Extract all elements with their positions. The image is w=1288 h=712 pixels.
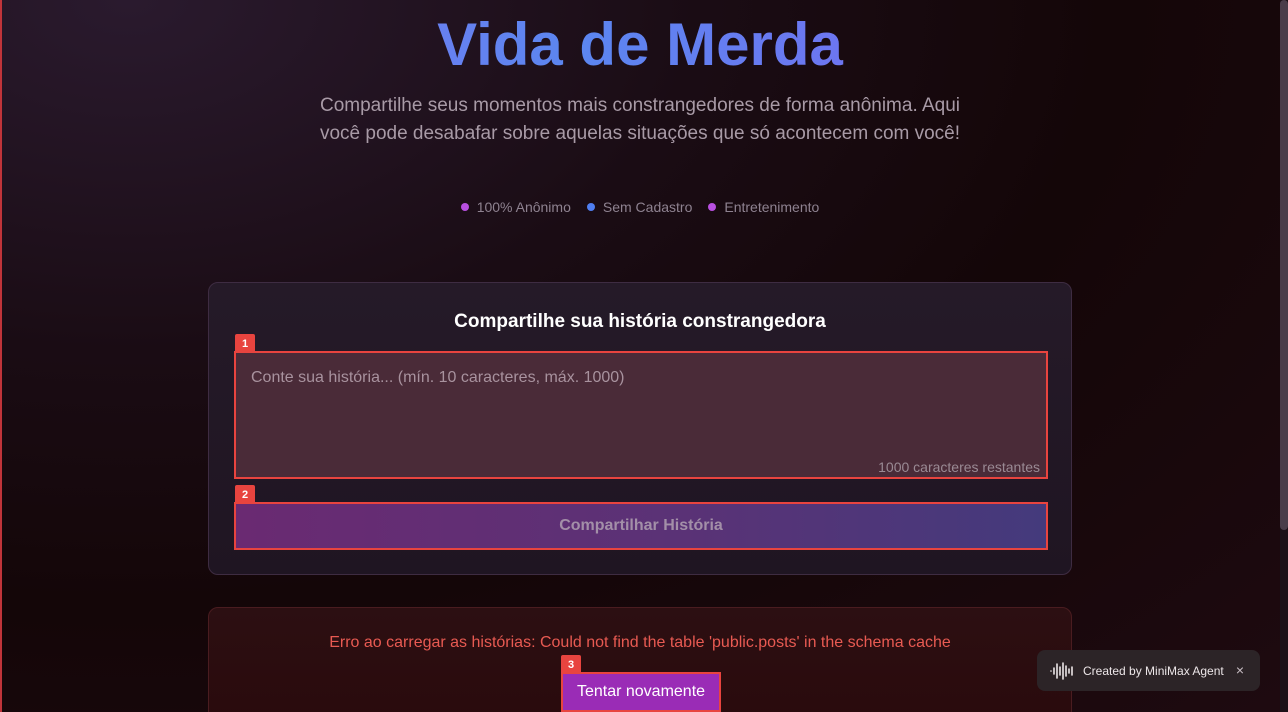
toast-label: Created by MiniMax Agent	[1083, 663, 1224, 678]
close-icon[interactable]: ×	[1236, 662, 1244, 678]
feature-item-anonymous: 100% Anônimo	[460, 199, 571, 215]
feature-list: 100% Anônimo Sem Cadastro Entretenimento	[0, 199, 1280, 215]
character-counter: 1000 caracteres restantes	[878, 459, 1040, 475]
story-textarea-wrapper: 1000 caracteres restantes	[234, 351, 1048, 479]
page-subtitle: Compartilhe seus momentos mais constrang…	[319, 95, 961, 144]
error-card: Erro ao carregar as histórias: Could not…	[208, 607, 1072, 712]
scrollbar[interactable]	[1280, 0, 1288, 712]
scrollbar-thumb[interactable]	[1280, 0, 1288, 530]
minimax-toast[interactable]: Created by MiniMax Agent ×	[1037, 650, 1260, 691]
waveform-icon	[1050, 661, 1073, 680]
feature-item-entertainment: Entretenimento	[708, 199, 819, 215]
page-title: Vida de Merda	[0, 12, 1280, 78]
feature-item-no-signup: Sem Cadastro	[586, 199, 693, 215]
bullet-dot-icon	[460, 203, 469, 211]
form-title: Compartilhe sua história constrangedora	[454, 311, 826, 332]
share-story-button[interactable]: Compartilhar História	[234, 502, 1048, 550]
feature-label: Entretenimento	[724, 199, 820, 215]
retry-button[interactable]: Tentar novamente	[561, 672, 721, 712]
feature-label: Sem Cadastro	[602, 199, 693, 215]
error-message: Erro ao carregar as histórias: Could not…	[329, 634, 951, 651]
window-border	[0, 0, 2, 712]
bullet-dot-icon	[708, 203, 717, 211]
bullet-dot-icon	[586, 203, 595, 211]
feature-label: 100% Anônimo	[476, 199, 571, 215]
story-form-card: Compartilhe sua história constrangedora …	[208, 282, 1072, 575]
